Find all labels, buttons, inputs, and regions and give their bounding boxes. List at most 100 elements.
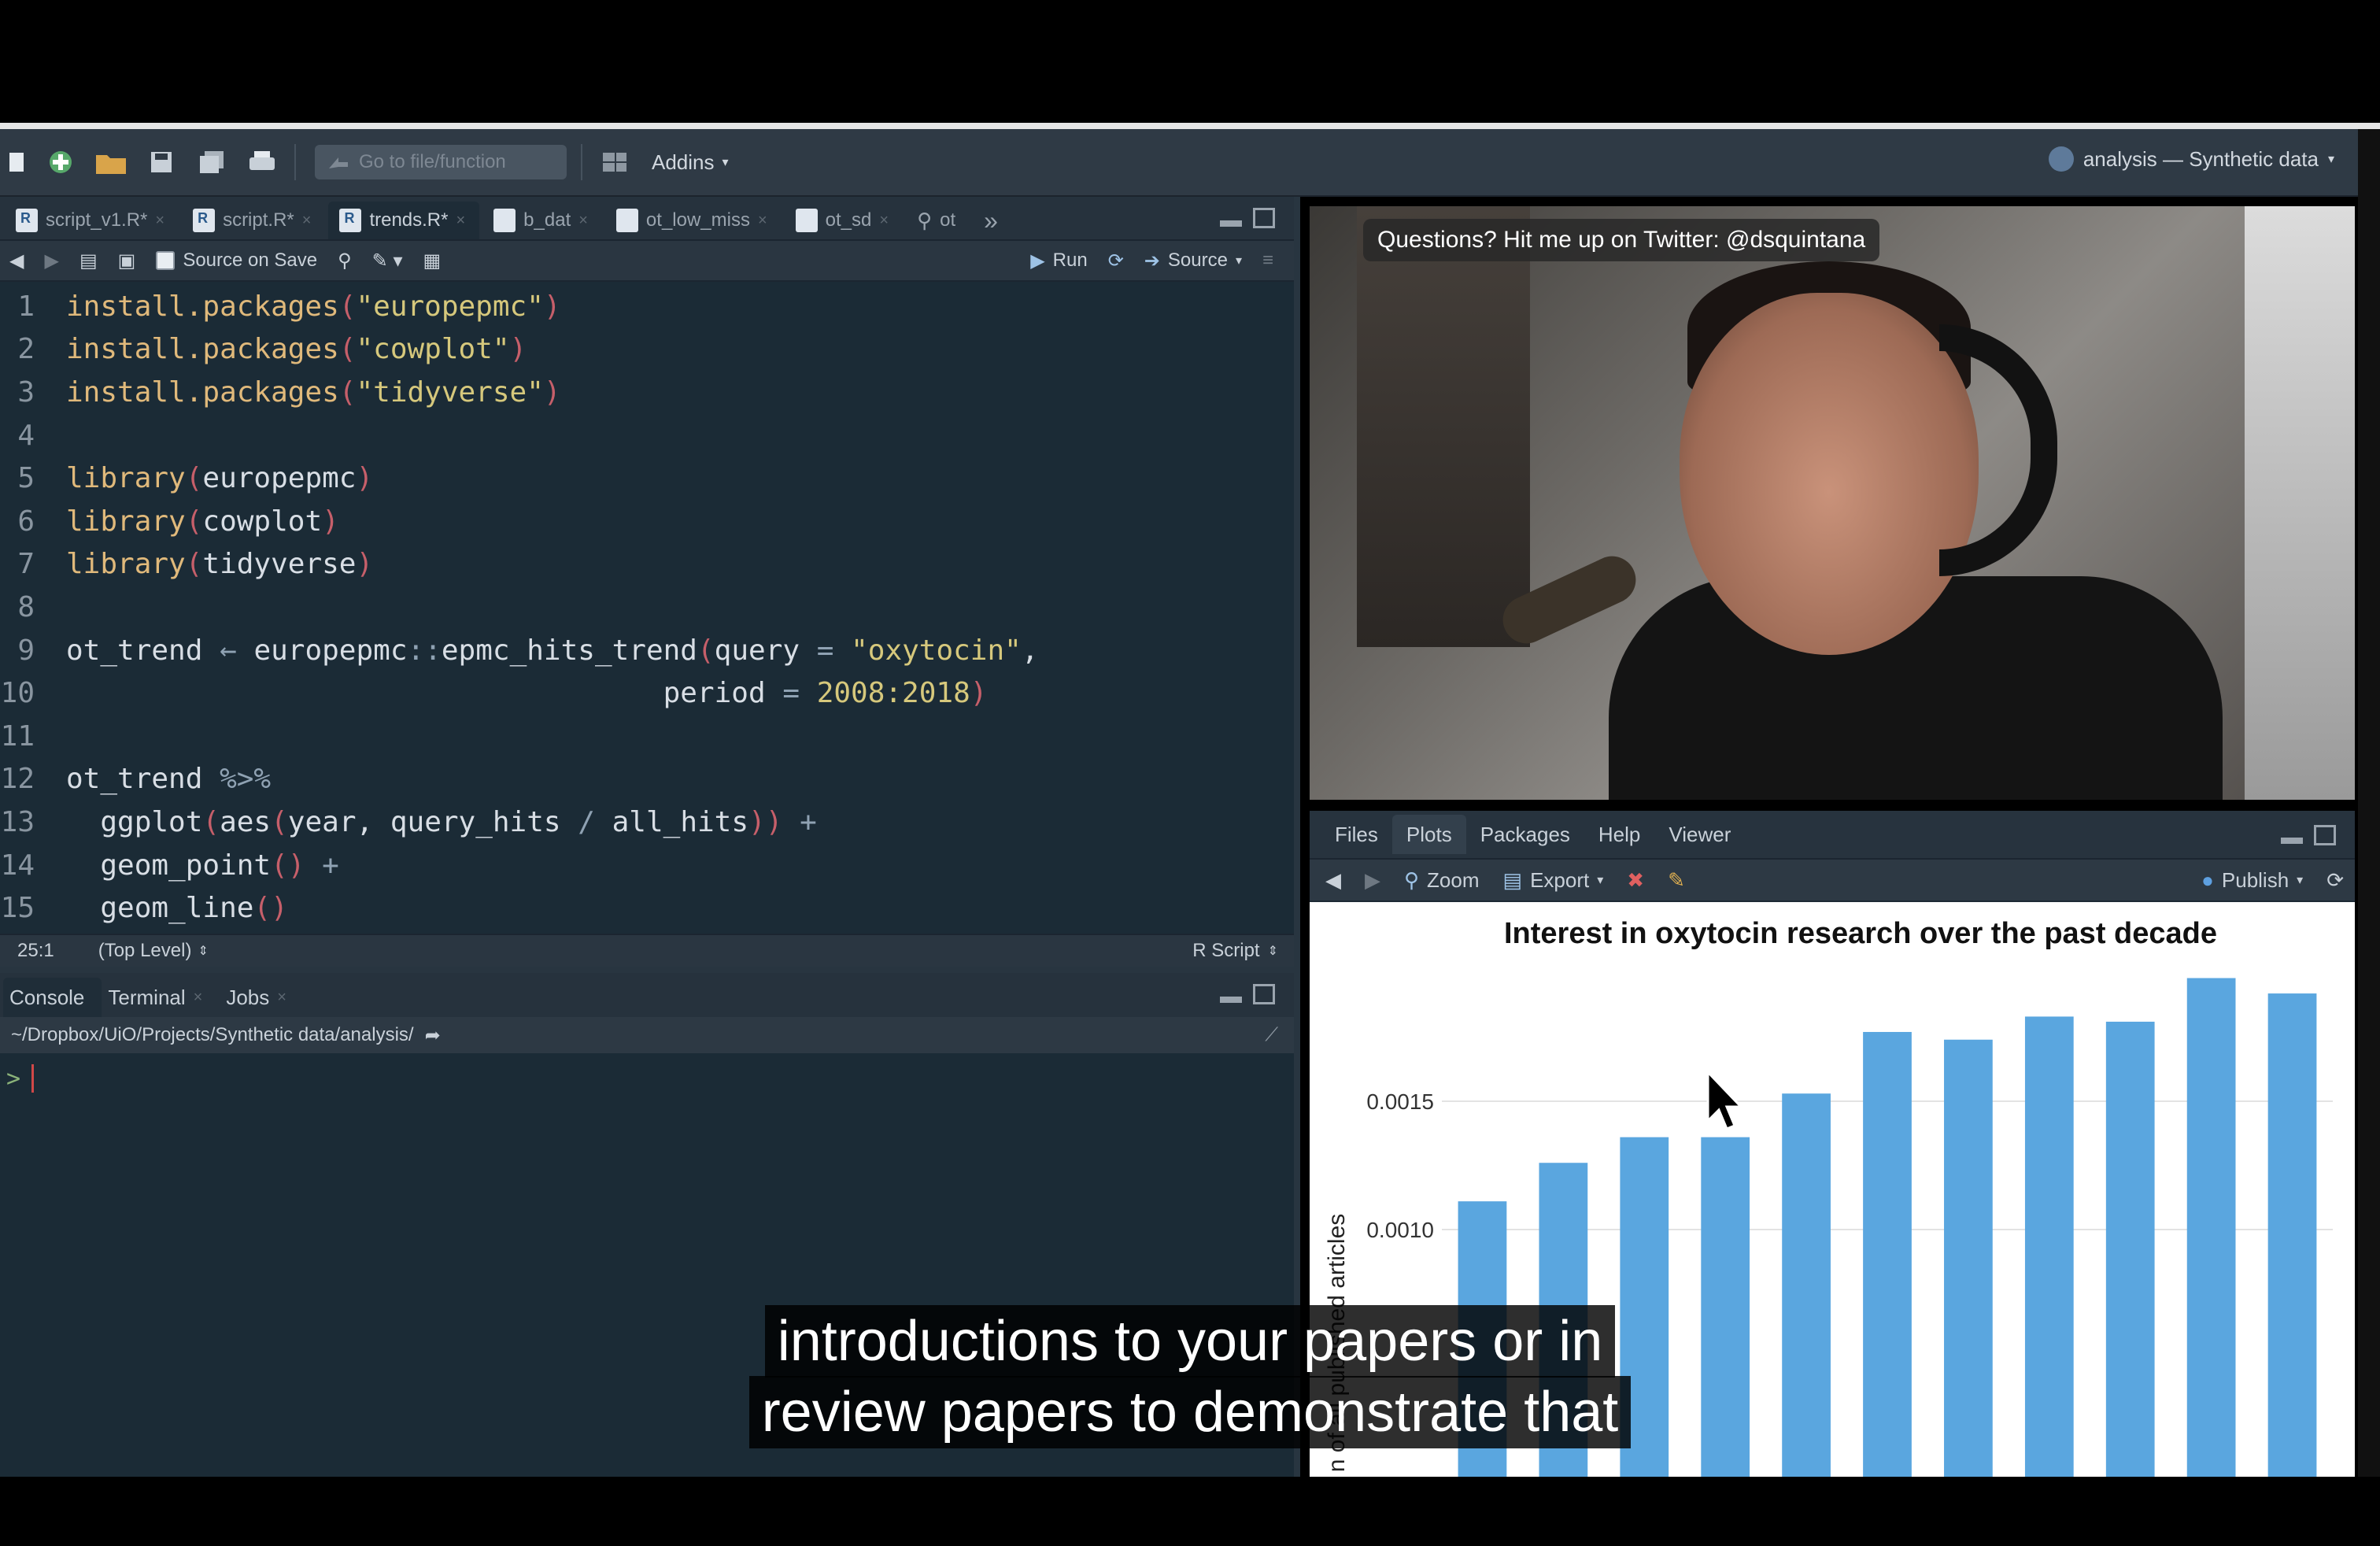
code-token: :: <box>407 634 442 667</box>
goto-file-input[interactable]: Go to file/function <box>315 145 567 179</box>
letterbox-top <box>0 0 2380 123</box>
more-tabs-button[interactable]: » <box>973 202 1012 239</box>
editor-tab-strip: script_v1.R*×script.R*×trends.R*×b_dat×o… <box>0 197 1294 241</box>
refresh-icon[interactable]: ⟳ <box>2326 868 2344 893</box>
editor-tab[interactable]: ⚲ ot <box>906 202 970 239</box>
console-tab[interactable]: Jobs × <box>220 978 304 1017</box>
tab-plots[interactable]: Plots <box>1391 815 1466 854</box>
tab-files[interactable]: Files <box>1321 815 1392 854</box>
code-text: geom_point() + <box>66 849 338 882</box>
project-icon <box>2048 146 2074 172</box>
print-icon[interactable] <box>244 145 280 179</box>
chevron-down-icon: ▾ <box>1235 254 1242 268</box>
console-tab[interactable]: Console <box>3 978 102 1017</box>
code-line: 11 <box>0 715 1294 758</box>
code-token: ( <box>271 805 288 838</box>
code-line: 7 library(tidyverse) <box>0 543 1294 586</box>
close-icon[interactable]: × <box>194 989 203 1007</box>
tab-viewer[interactable]: Viewer <box>1654 815 1745 854</box>
save-icon[interactable] <box>143 145 179 179</box>
tab-packages[interactable]: Packages <box>1466 815 1584 854</box>
code-token: query <box>714 634 817 667</box>
open-folder-icon[interactable] <box>93 145 129 179</box>
go-to-directory-icon[interactable]: ➦ <box>425 1024 441 1047</box>
editor-tab[interactable]: script.R* × <box>182 202 325 239</box>
close-icon[interactable]: × <box>758 212 767 230</box>
code-editor[interactable]: 1 install.packages("europepmc") 2 install.p… <box>0 282 1294 929</box>
editor-tab[interactable]: script_v1.R* × <box>5 202 179 239</box>
minimize-icon[interactable] <box>1220 997 1242 1003</box>
addins-menu[interactable]: Addins ▾ <box>652 150 729 175</box>
outline-icon[interactable]: ≡ <box>1262 250 1273 272</box>
close-icon[interactable]: × <box>302 212 312 230</box>
maximize-icon[interactable] <box>1253 208 1275 228</box>
new-file-icon[interactable] <box>5 145 28 179</box>
clear-plots-icon[interactable]: ✎ <box>1668 868 1685 893</box>
code-token: ( <box>202 805 220 838</box>
editor-tab[interactable]: ot_sd × <box>785 202 903 239</box>
chevron-down-icon: ▾ <box>2327 153 2334 166</box>
save-icon[interactable]: ▣ <box>118 250 136 272</box>
show-in-window-icon[interactable]: ▤ <box>79 250 98 272</box>
export-button[interactable]: ▤ Export ▾ <box>1503 868 1604 893</box>
minimize-icon[interactable] <box>1220 220 1242 227</box>
source-button[interactable]: ➔ Source ▾ <box>1144 250 1242 272</box>
tab-help[interactable]: Help <box>1584 815 1654 854</box>
console-prompt: > <box>6 1064 21 1093</box>
close-icon[interactable]: × <box>277 989 286 1007</box>
clear-console-icon[interactable]: ⟋ <box>1265 1024 1278 1046</box>
previous-plot-icon[interactable]: ◀ <box>1325 868 1341 893</box>
back-arrow-icon[interactable]: ◀ <box>9 250 24 272</box>
rerun-icon[interactable]: ⟳ <box>1108 250 1124 272</box>
code-token: install.packages <box>66 333 339 366</box>
checkbox-icon <box>156 251 176 270</box>
code-text: library(cowplot) <box>66 505 339 538</box>
close-icon[interactable]: × <box>155 212 164 230</box>
magic-wand-icon[interactable]: ✎ ▾ <box>372 250 403 272</box>
editor-tab-label: ot <box>940 209 956 231</box>
maximize-icon[interactable] <box>2314 825 2336 845</box>
publish-button[interactable]: ● Publish ▾ <box>2201 868 2303 893</box>
code-token: install.packages <box>66 375 339 409</box>
editor-tab[interactable]: trends.R* × <box>328 202 480 239</box>
zoom-button[interactable]: ⚲ Zoom <box>1404 868 1480 893</box>
editor-tab[interactable]: b_dat × <box>482 202 602 239</box>
search-icon[interactable]: ⚲ <box>338 250 352 272</box>
next-plot-icon[interactable]: ▶ <box>1365 868 1380 893</box>
editor-tab[interactable]: ot_low_miss × <box>605 202 782 239</box>
close-icon[interactable]: × <box>456 212 465 230</box>
chevron-updown-icon: ⇕ <box>198 945 209 958</box>
bar <box>1620 1137 1669 1477</box>
remove-plot-icon[interactable]: ✖ <box>1627 868 1644 893</box>
main-toolbar: Go to file/function Addins ▾ analysis — … <box>0 129 2358 197</box>
zoom-label: Zoom <box>1427 867 1480 892</box>
source-on-save-checkbox[interactable]: Source on Save <box>156 250 317 272</box>
code-token: all_hits <box>594 805 749 838</box>
close-icon[interactable]: × <box>879 212 889 230</box>
code-text: install.packages("cowplot") <box>66 333 527 365</box>
new-project-icon[interactable] <box>42 145 79 179</box>
maximize-icon[interactable] <box>1253 984 1275 1004</box>
compile-report-icon[interactable]: ▦ <box>423 250 442 272</box>
console-input[interactable]: > <box>0 1053 1294 1093</box>
goto-arrow-icon <box>329 157 348 168</box>
close-icon[interactable]: × <box>578 212 588 230</box>
code-line: 9 ot_trend ← europepmc::epmc_hits_trend(q… <box>0 629 1294 672</box>
code-token: ( <box>185 505 203 538</box>
code-token: ( <box>338 375 357 409</box>
scope-selector[interactable]: (Top Level) <box>98 940 192 962</box>
grid-layout-icon[interactable] <box>597 145 633 179</box>
editor-window-controls <box>1220 208 1275 228</box>
chevron-down-icon: ▾ <box>2297 874 2304 887</box>
run-button[interactable]: ▶ Run <box>1030 250 1088 272</box>
save-all-icon[interactable] <box>194 145 230 179</box>
project-menu[interactable]: analysis — Synthetic data ▾ <box>2048 146 2334 172</box>
zoom-icon: ⚲ <box>1404 867 1420 892</box>
code-token: "oxytocin" <box>851 634 1022 667</box>
forward-arrow-icon[interactable]: ▶ <box>44 250 58 272</box>
console-tab[interactable]: Terminal × <box>102 978 220 1017</box>
minimize-icon[interactable] <box>2281 838 2303 844</box>
filetype-selector[interactable]: R Script <box>1192 940 1259 962</box>
